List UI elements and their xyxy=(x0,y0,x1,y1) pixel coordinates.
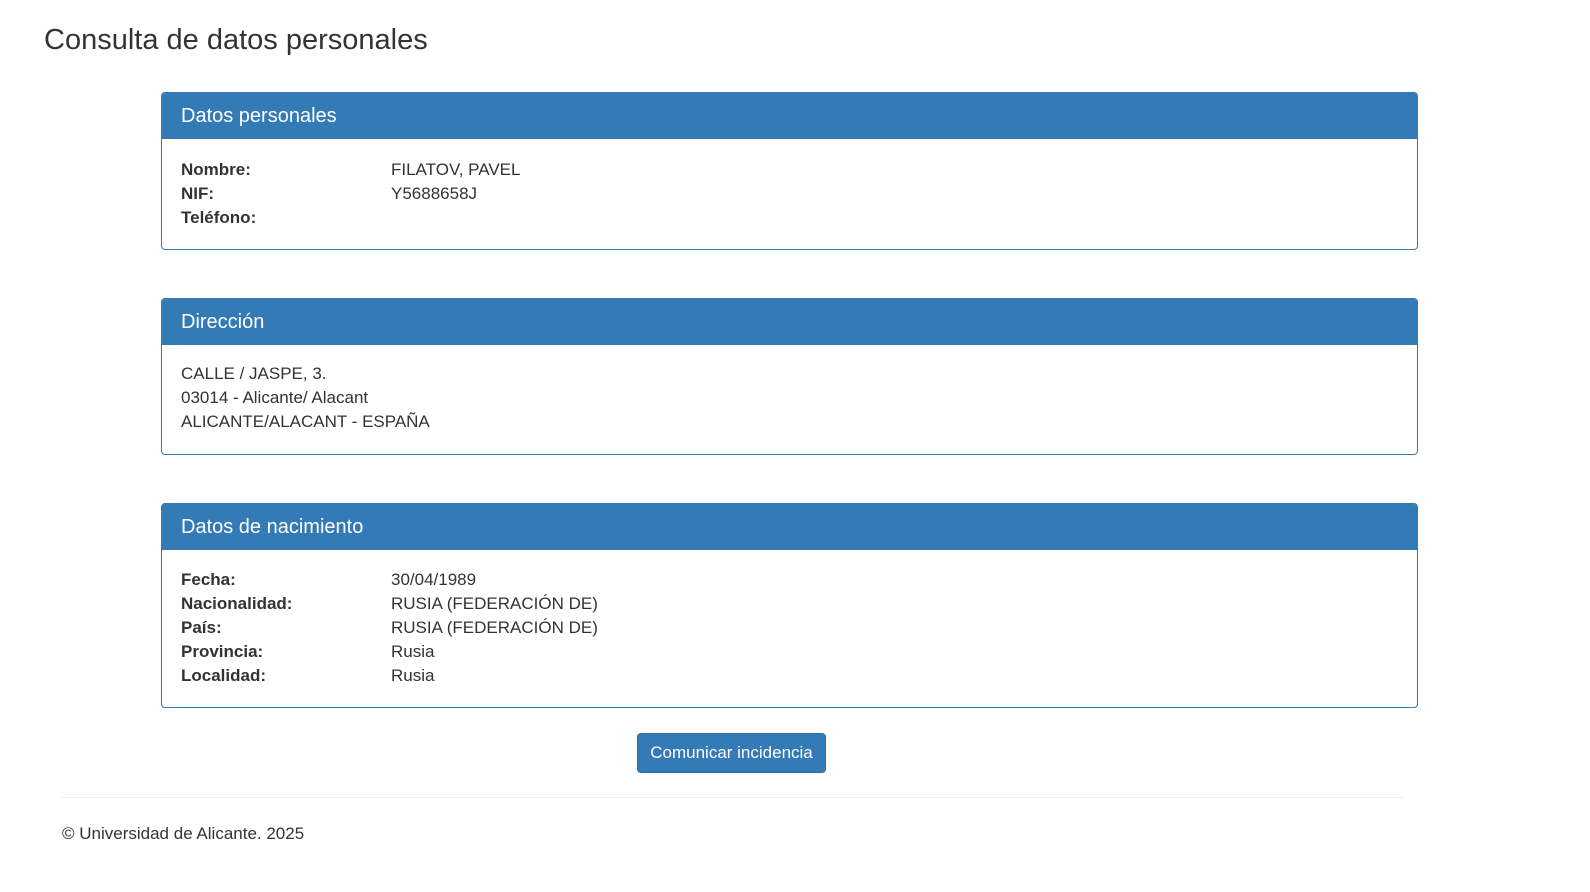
field-label: Localidad: xyxy=(181,666,267,685)
panel-heading: Datos de nacimiento xyxy=(162,504,1417,550)
footer-divider xyxy=(62,797,1403,798)
field-row-name: Nombre: FILATOV, PAVEL xyxy=(181,158,1398,182)
field-row-nif: NIF: Y5688658J xyxy=(181,182,1398,206)
panel-heading: Dirección xyxy=(162,299,1417,345)
field-value-nif: Y5688658J xyxy=(391,184,478,203)
field-row-date: Fecha: 30/04/1989 xyxy=(181,568,1398,592)
field-value-nationality: RUSIA (FEDERACIÓN DE) xyxy=(391,594,598,613)
field-label: País: xyxy=(181,618,222,637)
field-value-locality: Rusia xyxy=(391,666,435,685)
field-row-locality: Localidad: Rusia xyxy=(181,664,1398,688)
field-label: NIF: xyxy=(181,184,215,203)
birth-data-panel: Datos de nacimiento Fecha: 30/04/1989 Na… xyxy=(161,503,1418,708)
field-label: Fecha: xyxy=(181,570,236,589)
panel-heading: Datos personales xyxy=(162,93,1417,139)
page: Consulta de datos personales Datos perso… xyxy=(0,0,1590,892)
field-label: Nacionalidad: xyxy=(181,594,293,613)
panel-body: Fecha: 30/04/1989 Nacionalidad: RUSIA (F… xyxy=(162,550,1417,688)
address-line-street: CALLE / JASPE, 3. xyxy=(181,364,327,383)
field-value-country: RUSIA (FEDERACIÓN DE) xyxy=(391,618,598,637)
field-label: Teléfono: xyxy=(181,208,257,227)
field-row-country: País: RUSIA (FEDERACIÓN DE) xyxy=(181,616,1398,640)
field-value-date: 30/04/1989 xyxy=(391,570,477,589)
field-label: Nombre: xyxy=(181,160,251,179)
field-row-nationality: Nacionalidad: RUSIA (FEDERACIÓN DE) xyxy=(181,592,1398,616)
address-line-region: ALICANTE/ALACANT - ESPAÑA xyxy=(181,412,430,431)
field-row-phone: Teléfono: xyxy=(181,206,1398,230)
page-title: Consulta de datos personales xyxy=(44,24,428,56)
panel-body: CALLE / JASPE, 3. 03014 - Alicante/ Alac… xyxy=(162,345,1417,434)
field-row-province: Provincia: Rusia xyxy=(181,640,1398,664)
address-panel: Dirección CALLE / JASPE, 3. 03014 - Alic… xyxy=(161,298,1418,455)
personal-data-panel: Datos personales Nombre: FILATOV, PAVEL … xyxy=(161,92,1418,250)
panel-body: Nombre: FILATOV, PAVEL NIF: Y5688658J Te… xyxy=(162,139,1417,230)
report-incident-button[interactable]: Comunicar incidencia xyxy=(637,733,826,773)
field-value-province: Rusia xyxy=(391,642,435,661)
address-line-postal: 03014 - Alicante/ Alacant xyxy=(181,388,369,407)
field-value-name: FILATOV, PAVEL xyxy=(391,160,521,179)
footer-copyright: © Universidad de Alicante. 2025 xyxy=(62,824,305,843)
field-label: Provincia: xyxy=(181,642,264,661)
